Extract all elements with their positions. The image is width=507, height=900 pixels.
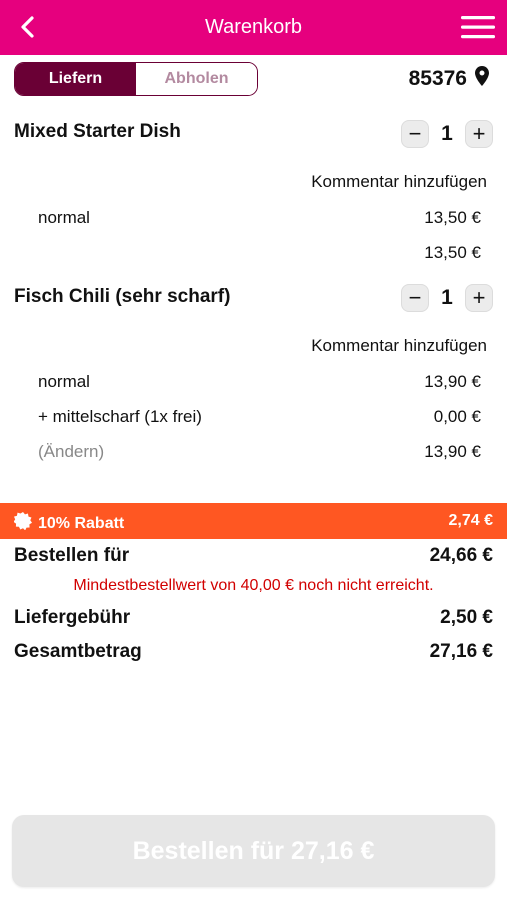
order-for-value: 24,66 € [429,545,493,566]
place-order-button[interactable]: Bestellen für 27,16 € [12,815,495,887]
item-name: Mixed Starter Dish [14,121,181,142]
header-bar: Warenkorb [0,0,507,55]
decrease-quantity-button[interactable]: − [401,284,429,312]
location-pin-icon [475,66,489,92]
item-option-label: normal [38,372,90,391]
hamburger-menu-icon[interactable] [461,14,495,40]
item-subtotal: 13,50 € [424,243,481,262]
quantity-value: 1 [441,286,453,309]
increase-quantity-button[interactable]: + [465,284,493,312]
tab-liefern[interactable]: Liefern [15,63,136,95]
delivery-fee-label: Liefergebühr [14,607,131,628]
item-name: Fisch Chili (sehr scharf) [14,286,231,307]
min-order-warning: Mindestbestellwert von 40,00 € noch nich… [73,577,434,594]
total-value: 27,16 € [429,641,493,662]
discount-bar: 10% Rabatt 2,74 € [0,503,507,539]
add-comment-link[interactable]: Kommentar hinzufügen [311,172,487,192]
zip-selector[interactable]: 85376 [409,66,489,92]
change-options-link[interactable]: (Ändern) [38,442,104,462]
item-option-price: 13,50 € [424,208,481,227]
quantity-value: 1 [441,122,453,145]
item-option-label: + mittelscharf (1x frei) [38,407,202,426]
delivery-fee-value: 2,50 € [440,607,493,628]
decrease-quantity-button[interactable]: − [401,120,429,148]
quantity-stepper: − 1 + [401,120,493,148]
add-comment-link[interactable]: Kommentar hinzufügen [311,336,487,356]
zip-code: 85376 [408,67,467,90]
order-for-label: Bestellen für [14,545,130,566]
discount-value: 2,74 € [448,512,493,529]
item-subtotal: 13,90 € [424,442,481,461]
total-label: Gesamtbetrag [14,641,142,662]
item-option-label: normal [38,208,90,227]
delivery-mode-toggle: Liefern Abholen [14,62,258,96]
item-option-price: 13,90 € [424,372,481,391]
discount-label: 10% Rabatt [38,514,125,532]
discount-badge-icon [13,512,33,535]
increase-quantity-button[interactable]: + [465,120,493,148]
quantity-stepper: − 1 + [401,284,493,312]
page-title: Warenkorb [204,16,303,38]
item-option-price: 0,00 € [433,407,481,426]
tab-abholen[interactable]: Abholen [136,63,257,95]
